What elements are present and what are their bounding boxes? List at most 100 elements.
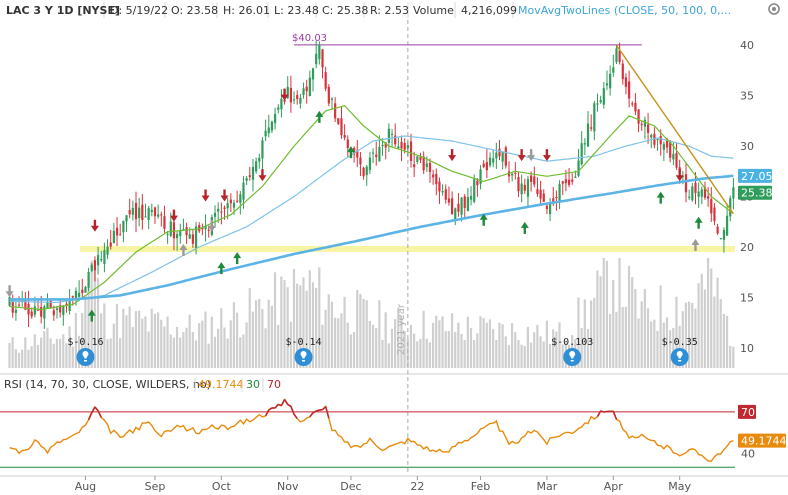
volume-bar <box>55 339 59 368</box>
candle-body <box>504 147 507 166</box>
candle-body <box>498 148 501 157</box>
candle-body <box>533 176 536 185</box>
volume-bar <box>141 318 144 368</box>
volume-bar <box>109 338 112 368</box>
candle-body <box>119 234 122 236</box>
candle-body <box>390 133 394 135</box>
candle-body <box>413 164 416 168</box>
volume-bar <box>137 310 141 368</box>
candle-body <box>517 176 520 192</box>
volume-bar <box>507 345 511 368</box>
volume-bar <box>258 298 261 368</box>
volume-bar <box>333 317 337 368</box>
earnings-value: $-0.35 <box>662 337 698 348</box>
candle-body <box>157 214 160 217</box>
volume-bar <box>545 320 548 368</box>
candle-body <box>217 208 220 212</box>
candle-body <box>482 163 485 167</box>
candle-body <box>176 234 179 239</box>
volume-bar <box>11 337 14 368</box>
candle-body <box>27 303 30 315</box>
volume-bar <box>156 312 160 368</box>
candle-body <box>78 292 81 297</box>
volume-bar <box>160 319 163 368</box>
volume-bar <box>447 331 450 368</box>
chart-canvas[interactable]: LAC 3 Y 1D [NYSE]D: 5/19/22 O: 23.58 H: 26… <box>0 0 788 495</box>
settings-icon[interactable] <box>766 1 782 17</box>
volume-bar <box>596 270 599 368</box>
candle-body <box>248 175 251 177</box>
volume-bar <box>586 328 590 368</box>
candle-body <box>321 49 324 68</box>
candle-body <box>656 138 659 140</box>
candle-body <box>185 227 188 236</box>
volume-bar <box>669 330 672 368</box>
candle-body <box>30 311 33 317</box>
candle-body <box>485 162 488 171</box>
candle-body <box>267 127 270 134</box>
candle-body <box>450 198 454 215</box>
volume-bar <box>643 289 646 368</box>
volume-bar <box>431 322 435 368</box>
candle-body <box>662 143 665 150</box>
volume-bar <box>533 332 536 368</box>
candle-body <box>103 250 106 265</box>
stock-chart[interactable]: LAC 3 Y 1D [NYSE] D: 5/19/22 O: 23.58 H: 26… <box>0 0 788 495</box>
volume-bar <box>691 302 694 368</box>
candle-body <box>722 230 726 240</box>
candle-body <box>84 286 87 293</box>
volume-bar <box>58 338 62 368</box>
volume-bar <box>722 313 725 368</box>
volume-bar <box>428 342 432 368</box>
candle-body <box>637 109 640 124</box>
volume-bar <box>425 338 428 368</box>
candle-body <box>558 184 561 203</box>
candle-body <box>713 207 716 222</box>
volume-bar <box>112 323 115 368</box>
candle-body <box>128 210 131 215</box>
volume-bar <box>716 277 719 368</box>
candle-body <box>220 211 223 213</box>
candle-body <box>609 73 612 89</box>
candle-body <box>337 118 340 124</box>
volume-bar <box>390 328 394 368</box>
volume-bar <box>125 315 128 368</box>
candle-body <box>270 121 274 131</box>
volume-bar <box>732 346 735 368</box>
candle-body <box>138 207 141 219</box>
candle-body <box>242 182 245 200</box>
candle-body <box>432 174 435 178</box>
volume-bar <box>624 306 627 368</box>
volume-bar <box>409 324 413 368</box>
price-tick-label: 30 <box>740 140 754 153</box>
volume-bar <box>593 297 596 368</box>
candle-body <box>586 123 590 147</box>
candle-body <box>229 199 232 204</box>
candle-body <box>523 184 526 191</box>
candle-body <box>476 180 479 186</box>
volume-bar <box>634 289 637 368</box>
volume-bar <box>438 320 441 368</box>
candle-body <box>605 83 609 86</box>
low-label: L: 23.48 <box>274 4 319 17</box>
candle-body <box>684 174 688 193</box>
candle-body <box>381 144 384 147</box>
earnings-value: $-0.16 <box>67 337 103 348</box>
candle-body <box>207 229 210 231</box>
candle-body <box>305 86 308 92</box>
candle-body <box>223 207 226 209</box>
volume-bar <box>378 300 381 368</box>
volume-bar <box>283 280 286 368</box>
candle-body <box>643 119 647 127</box>
candle-body <box>473 179 476 202</box>
volume-bar <box>710 268 713 368</box>
volume-bar <box>213 336 217 368</box>
volume-bar <box>621 307 624 368</box>
close-price-tag: 25.38 <box>741 187 773 200</box>
volume-bar <box>188 314 191 368</box>
candle-body <box>488 157 492 166</box>
candle-body <box>346 139 349 148</box>
candle-body <box>564 179 567 184</box>
volume-bar <box>182 332 185 368</box>
candle-body <box>428 162 432 172</box>
